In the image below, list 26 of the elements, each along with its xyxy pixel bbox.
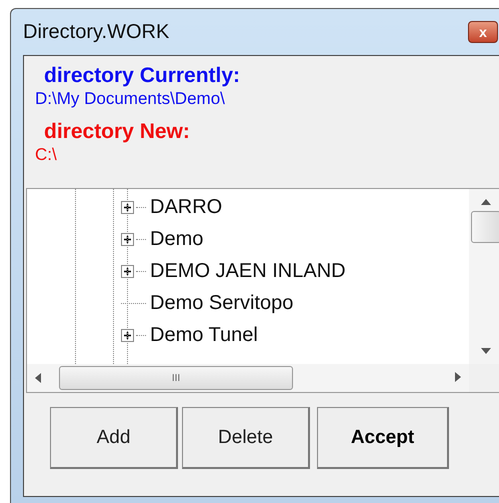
expand-icon[interactable] xyxy=(121,232,134,246)
scroll-up-icon[interactable] xyxy=(481,199,491,205)
horizontal-scrollbar[interactable]: III xyxy=(27,364,469,392)
scroll-thumb[interactable]: III xyxy=(59,366,293,390)
expand-icon[interactable] xyxy=(121,264,134,278)
scroll-left-icon[interactable] xyxy=(35,373,41,383)
new-directory-label: directory New: xyxy=(44,120,191,144)
scroll-thumb[interactable] xyxy=(471,210,499,242)
scroll-right-icon[interactable] xyxy=(455,372,461,382)
dialog-button[interactable]: Delete xyxy=(182,407,310,469)
tree-item[interactable]: Demo Tunel xyxy=(150,324,258,346)
window-title: Directory.WORK xyxy=(23,20,170,44)
tree-item[interactable]: Demo Servitopo xyxy=(150,292,294,314)
dialog-button[interactable]: Add xyxy=(50,407,178,469)
tree-item[interactable]: DARRO xyxy=(150,196,222,218)
accept-button[interactable]: Accept xyxy=(317,407,449,469)
close-button[interactable]: x xyxy=(468,21,498,43)
vertical-scrollbar[interactable] xyxy=(469,189,499,364)
tree-item[interactable]: DEMO JAEN INLAND xyxy=(150,260,346,282)
expand-icon[interactable] xyxy=(121,200,134,214)
new-directory-path: C:\ xyxy=(35,144,58,166)
tree-item[interactable]: Demo xyxy=(150,228,204,250)
scroll-down-icon[interactable] xyxy=(481,348,491,354)
current-directory-label: directory Currently: xyxy=(44,64,242,88)
current-directory-path: D:\My Documents\Demo\ xyxy=(35,88,226,110)
expand-icon[interactable] xyxy=(121,328,134,342)
